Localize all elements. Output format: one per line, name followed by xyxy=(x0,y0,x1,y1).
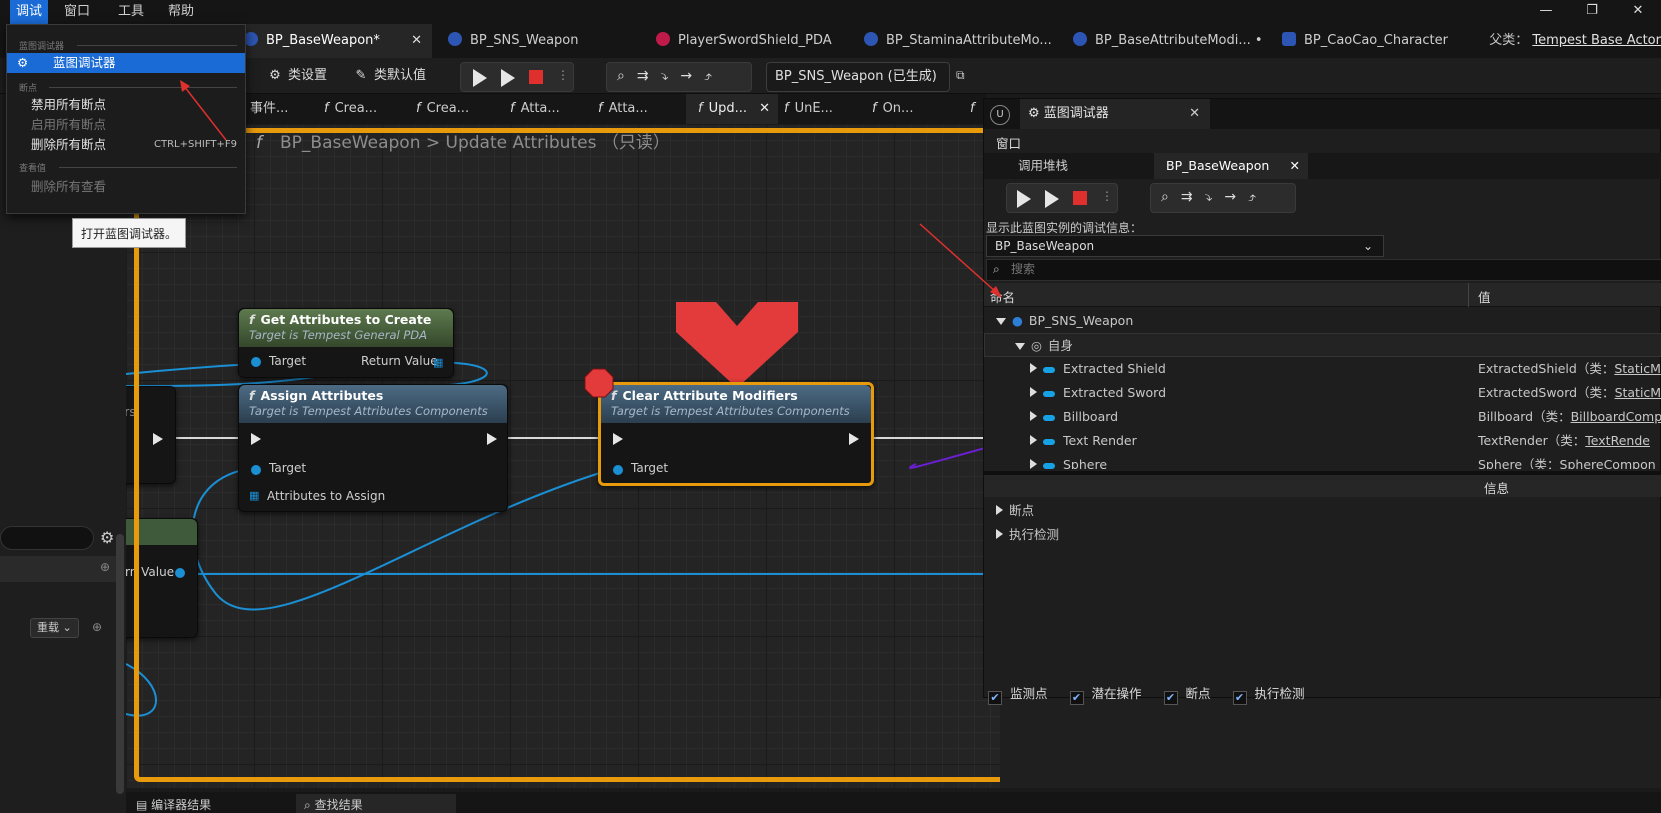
annotation-arrow xyxy=(919,223,997,293)
annotation-arrows xyxy=(180,80,1002,298)
annotation-arrow xyxy=(183,85,227,141)
arrowhead-icon xyxy=(180,80,190,92)
